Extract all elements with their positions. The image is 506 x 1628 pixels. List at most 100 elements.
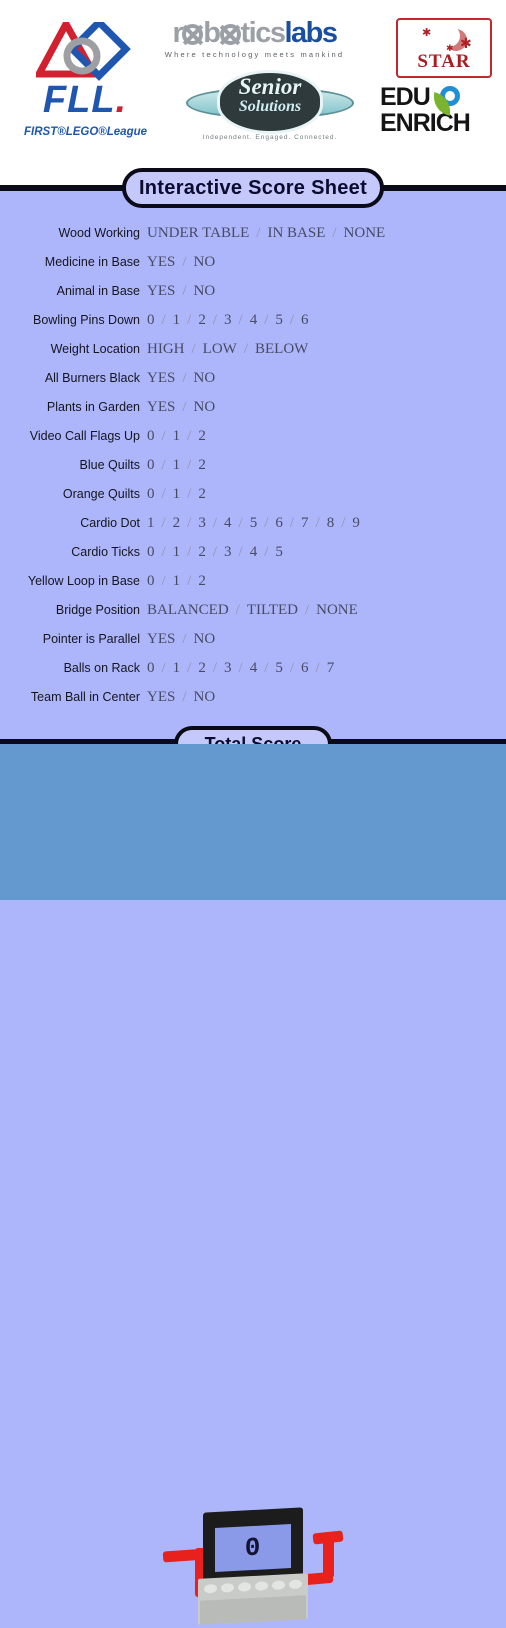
score-option[interactable]: 0 (147, 660, 155, 676)
score-option[interactable]: 4 (224, 515, 232, 531)
option-separator: / (264, 312, 269, 328)
score-option[interactable]: 7 (327, 660, 335, 676)
option-separator: / (161, 660, 166, 676)
score-option[interactable]: NONE (316, 602, 358, 618)
score-option[interactable]: IN BASE (267, 225, 325, 241)
lcd-screen: 0 (215, 1524, 291, 1572)
score-option[interactable]: NO (194, 399, 216, 415)
score-option[interactable]: UNDER TABLE (147, 225, 249, 241)
score-option[interactable]: 5 (275, 544, 283, 560)
score-option[interactable]: 7 (301, 515, 309, 531)
score-option[interactable]: YES (147, 399, 175, 415)
score-option[interactable]: BELOW (255, 341, 308, 357)
score-option[interactable]: NO (194, 283, 216, 299)
score-option[interactable]: 2 (198, 486, 206, 502)
score-row: Orange Quilts 0/1/2 (0, 483, 506, 512)
score-option[interactable]: NO (194, 254, 216, 270)
score-option[interactable]: 2 (198, 660, 206, 676)
star-icon: ✱ (422, 27, 432, 39)
score-option[interactable]: 2 (198, 544, 206, 560)
lego-brick-display: 0 (162, 1507, 344, 1628)
option-separator: / (238, 544, 243, 560)
stud (289, 1579, 302, 1590)
score-row: All Burners Black YES / NO (0, 367, 506, 396)
option-separator: / (187, 660, 192, 676)
score-option[interactable]: NO (194, 689, 216, 705)
score-row-label: Blue Quilts (79, 458, 140, 472)
score-option[interactable]: 0 (147, 457, 155, 473)
option-separator: / (289, 515, 295, 531)
score-option[interactable]: 0 (147, 428, 155, 444)
option-separator: / (256, 225, 261, 241)
score-option[interactable]: NO (194, 631, 216, 647)
score-option[interactable]: 2 (198, 457, 206, 473)
score-row-label: Yellow Loop in Base (27, 574, 140, 588)
score-row-label: All Burners Black (44, 371, 140, 385)
score-row: Balls on Rack 0/1/2/3/4/5/6/7 (0, 657, 506, 686)
option-separator: / (238, 515, 243, 531)
option-separator: / (238, 660, 243, 676)
star-icon: ✱ (460, 35, 472, 51)
score-row: Animal in Base YES / NO (0, 280, 506, 309)
option-separator: / (238, 312, 243, 328)
score-option[interactable]: YES (147, 283, 175, 299)
brick-lower-body (200, 1595, 306, 1625)
score-option[interactable]: 6 (301, 312, 309, 328)
score-row-options: 0/1/2 (147, 483, 206, 505)
score-option[interactable]: 9 (352, 515, 360, 531)
score-option[interactable]: 3 (224, 660, 232, 676)
score-option[interactable]: 2 (198, 428, 206, 444)
score-row-label: Plants in Garden (46, 400, 140, 414)
score-option[interactable]: 6 (275, 515, 283, 531)
score-option[interactable]: TILTED (247, 602, 298, 618)
score-row-label: Video Call Flags Up (29, 429, 140, 443)
score-option[interactable]: 5 (275, 660, 283, 676)
gear-icon (182, 24, 204, 45)
score-option[interactable]: BALANCED (147, 602, 229, 618)
score-option[interactable]: 0 (147, 486, 155, 502)
score-option[interactable]: HIGH (147, 341, 185, 357)
score-row: Cardio Ticks 0/1/2/3/4/5 (0, 541, 506, 570)
score-sheet: Wood Working UNDER TABLE / IN BASE / NONE Medi… (0, 222, 506, 715)
score-row-label: Balls on Rack (63, 661, 140, 675)
score-option[interactable]: 5 (275, 312, 283, 328)
option-separator: / (187, 457, 192, 473)
score-option[interactable]: 3 (198, 515, 206, 531)
score-option[interactable]: NO (194, 370, 216, 386)
score-display-panel: 0 (0, 744, 506, 1625)
score-option[interactable]: 6 (301, 660, 309, 676)
score-row-label: Pointer is Parallel (42, 632, 140, 646)
option-separator: / (182, 399, 187, 415)
score-option[interactable]: 0 (147, 573, 155, 589)
option-separator: / (182, 370, 187, 386)
option-separator: / (161, 544, 166, 560)
score-option[interactable]: 0 (147, 544, 155, 560)
score-option[interactable]: 3 (224, 544, 232, 560)
option-separator: / (187, 486, 192, 502)
score-row-options: 0/1/2/3/4/5/6 (147, 309, 309, 331)
score-option[interactable]: YES (147, 254, 175, 270)
senior-tagline: Independent. Engaged. Connected. (202, 134, 338, 141)
score-option[interactable]: 2 (198, 312, 206, 328)
option-separator: / (187, 428, 192, 444)
score-option[interactable]: 3 (224, 312, 232, 328)
stud (204, 1583, 217, 1594)
option-separator: / (235, 602, 240, 618)
score-option[interactable]: LOW (203, 341, 237, 357)
option-separator: / (212, 312, 218, 328)
option-separator: / (161, 486, 166, 502)
score-row-options: 0/1/2 (147, 425, 206, 447)
stud (255, 1581, 268, 1591)
score-row-options: 1/2/3/4/5/6/7/8/9 (147, 512, 360, 534)
score-option[interactable]: YES (147, 370, 175, 386)
score-row-label: Bowling Pins Down (33, 313, 140, 327)
score-option[interactable]: 2 (198, 573, 206, 589)
option-separator: / (182, 689, 187, 705)
score-row: Video Call Flags Up 0/1/2 (0, 425, 506, 454)
score-option[interactable]: YES (147, 689, 175, 705)
score-option[interactable]: NONE (344, 225, 386, 241)
option-separator: / (187, 544, 192, 560)
score-option[interactable]: YES (147, 631, 175, 647)
score-option[interactable]: 1 (147, 515, 155, 531)
score-option[interactable]: 0 (147, 312, 155, 328)
